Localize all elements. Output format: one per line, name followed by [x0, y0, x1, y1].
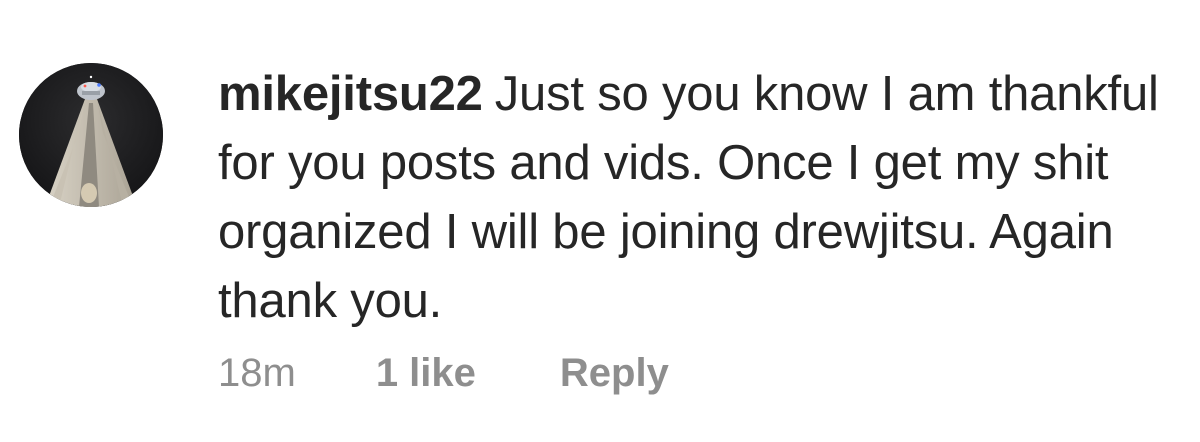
- comment-body: mikejitsu22 Just so you know I am thankfu…: [218, 60, 1178, 336]
- profile-photo-tower-icon: [19, 63, 163, 207]
- comment-username[interactable]: mikejitsu22: [218, 67, 483, 121]
- likes-count-button[interactable]: 1 like: [376, 351, 476, 396]
- reply-button[interactable]: Reply: [560, 351, 669, 396]
- comment-timestamp: 18m: [218, 350, 296, 395]
- avatar[interactable]: [19, 63, 163, 207]
- comment-meta: 18m 1 like Reply: [218, 348, 669, 398]
- comment-item: mikejitsu22 Just so you know I am thankfu…: [0, 0, 1200, 442]
